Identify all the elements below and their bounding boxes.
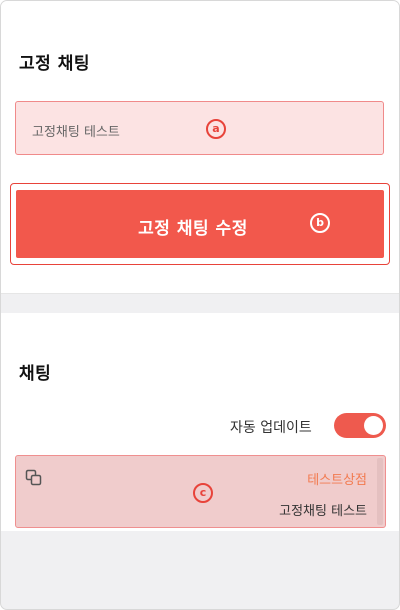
chat-title: 채팅 (19, 364, 52, 384)
message-scrollbar[interactable] (377, 458, 383, 525)
edit-fixed-chat-button[interactable]: 고정 채팅 수정 b (16, 190, 384, 258)
annotation-marker-c: c (193, 483, 213, 503)
message-sender: 테스트상점 (307, 473, 367, 488)
copy-icon[interactable] (24, 468, 44, 488)
toggle-knob (364, 416, 383, 435)
message-text: 고정채팅 테스트 (279, 504, 367, 519)
annotation-marker-a: a (206, 119, 226, 139)
annotation-marker-b: b (310, 213, 330, 233)
edit-button-highlight: 고정 채팅 수정 b (10, 183, 390, 265)
fixed-chat-title: 고정 채팅 (19, 54, 90, 74)
chat-card: 채팅 자동 업데이트 c 테스트상점 고정채팅 테스트 (1, 313, 399, 531)
auto-update-toggle[interactable] (334, 413, 386, 438)
fixed-chat-input-value: 고정채팅 테스트 (32, 125, 120, 140)
fixed-chat-input[interactable]: 고정채팅 테스트 a (15, 101, 384, 155)
fixed-chat-card: 고정 채팅 고정채팅 테스트 a 고정 채팅 수정 b (1, 1, 399, 294)
app-frame: 고정 채팅 고정채팅 테스트 a 고정 채팅 수정 b 채팅 자동 업데이트 c… (0, 0, 400, 610)
auto-update-label: 자동 업데이트 (230, 420, 312, 436)
chat-message[interactable]: c 테스트상점 고정채팅 테스트 (15, 455, 386, 528)
